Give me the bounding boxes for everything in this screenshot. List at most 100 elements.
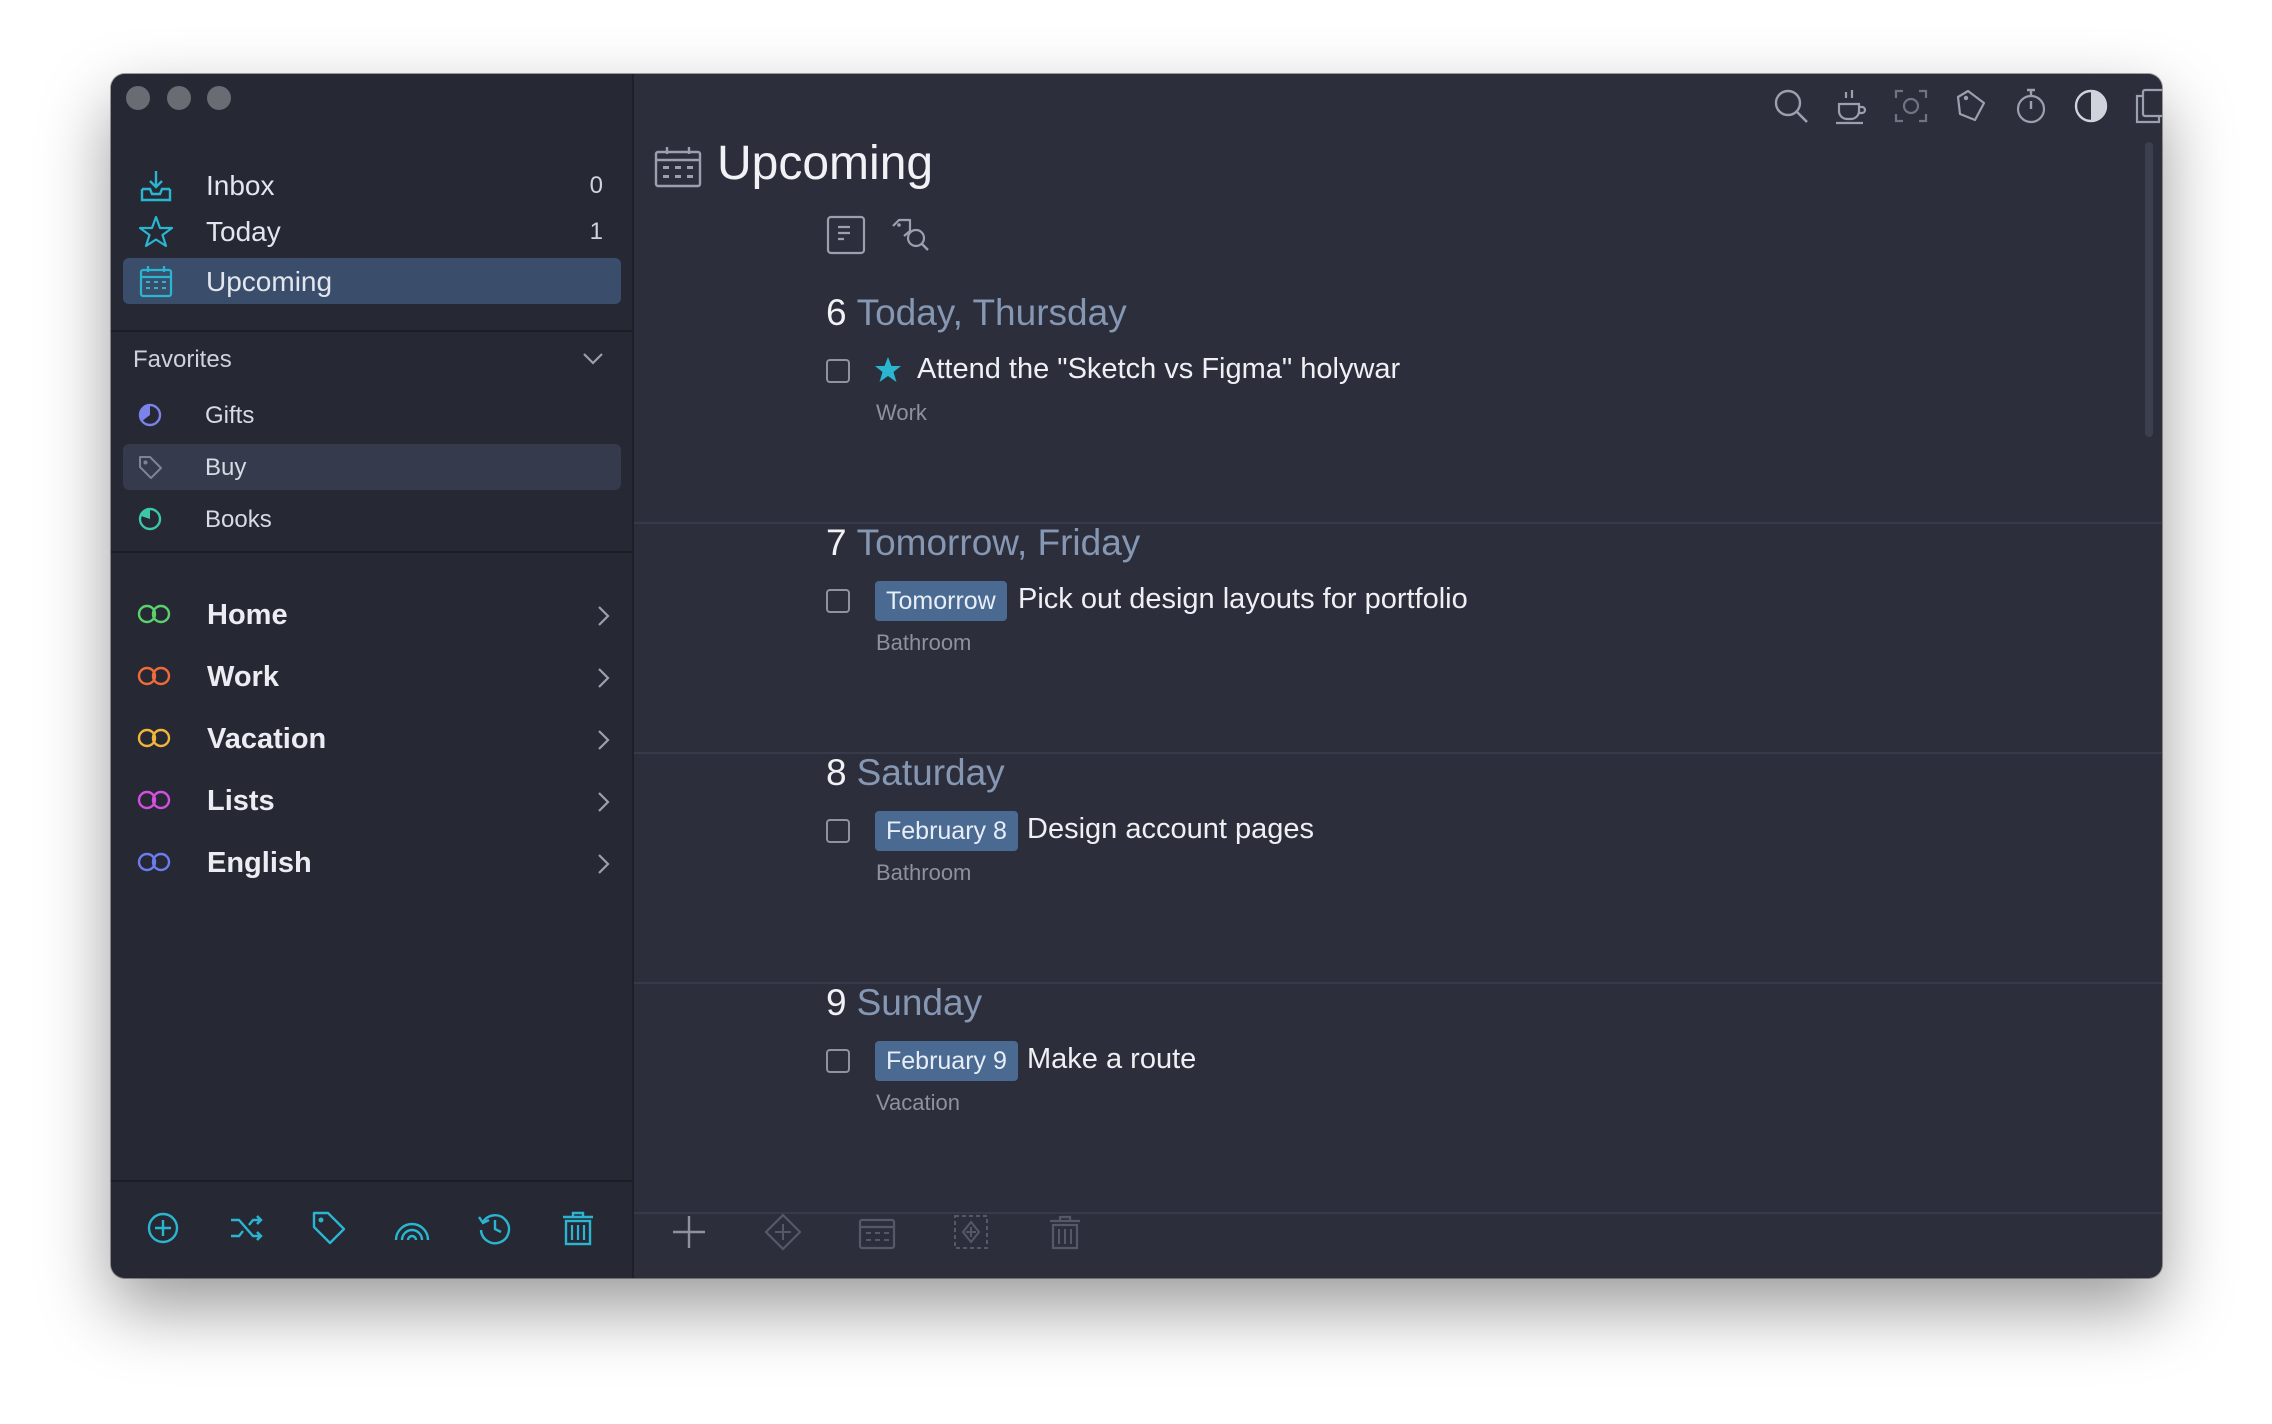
chevron-right-icon[interactable] [591,602,615,630]
zoom-window-button[interactable] [207,86,231,110]
day-section: 8 Saturday February 8 Design account page… [634,752,2162,984]
day-heading: 8 Saturday [826,752,1005,794]
sidebar-item-upcoming[interactable]: Upcoming [123,258,621,304]
day-label: Today, Thursday [856,292,1127,333]
sidebar-item-label: Gifts [205,402,255,429]
favorites-header[interactable]: Favorites [133,346,232,374]
sidebar-item-label: Upcoming [206,266,333,297]
project-rings-icon [137,852,171,872]
main-panel: Upcoming 6 Today, Thursday Attend the "Sk… [634,74,2162,1278]
task-checkbox[interactable] [826,1049,850,1073]
day-section: 6 Today, Thursday Attend the "Sketch vs F… [634,292,2162,524]
date-badge[interactable]: Tomorrow [875,581,1007,621]
tag-diamond-icon[interactable] [763,1212,803,1252]
day-label: Saturday [856,752,1005,793]
sidebar-item-lists[interactable]: Lists [123,776,621,826]
chevron-down-icon[interactable] [579,344,607,372]
sidebar-item-vacation[interactable]: Vacation [123,714,621,764]
task-title: Design account pages [1027,813,1314,845]
timer-icon[interactable] [2011,86,2051,126]
task-project: Vacation [876,1090,960,1115]
day-heading: 9 Sunday [826,982,982,1024]
chevron-right-icon[interactable] [591,726,615,754]
project-rings-icon [137,604,171,624]
sidebar-item-english[interactable]: English [123,838,621,888]
sidebar-divider [111,551,632,553]
search-icon[interactable] [1771,86,1811,126]
date-badge[interactable]: February 8 [875,811,1018,851]
sidebar-item-today[interactable]: Today 1 [123,208,621,254]
trash-icon[interactable] [558,1208,598,1248]
history-icon[interactable] [475,1208,515,1248]
chevron-right-icon[interactable] [591,788,615,816]
task-title: Make a route [1027,1043,1197,1075]
shuffle-icon[interactable] [227,1208,267,1248]
sidebar-divider [111,330,632,332]
task-title: Attend the "Sketch vs Figma" holywar [917,353,1401,385]
books-circle-icon [138,507,162,531]
project-rings-icon [137,728,171,748]
star-icon [138,215,174,248]
task-title: Pick out design layouts for portfolio [1018,583,1468,615]
day-number: 6 [826,292,847,333]
close-window-button[interactable] [126,86,150,110]
sidebar-item-label: Home [207,599,288,631]
task-checkbox[interactable] [826,589,850,613]
sidebar-item-gifts[interactable]: Gifts [123,392,621,438]
sidebar-item-inbox[interactable]: Inbox 0 [123,162,621,208]
main-toolbar [634,1182,2162,1278]
day-number: 8 [826,752,847,793]
task-checkbox[interactable] [826,819,850,843]
sidebar-item-label: Books [205,506,272,533]
project-rings-icon [137,790,171,810]
task-project: Bathroom [876,630,972,655]
day-number: 7 [826,522,847,563]
minimize-window-button[interactable] [167,86,191,110]
add-task-icon[interactable] [669,1212,709,1252]
sidebar-toolbar [111,1180,632,1278]
date-badge[interactable]: February 9 [875,1041,1018,1081]
tag-outline-icon[interactable] [1951,86,1991,126]
day-label: Sunday [856,982,983,1023]
inbox-tray-icon [140,171,172,202]
today-count: 1 [589,218,603,245]
task-project: Bathroom [876,860,972,885]
add-icon[interactable] [143,1208,183,1248]
move-icon[interactable] [951,1212,991,1252]
app-window: Inbox 0 Today 1 Upcoming Favorites Gifts… [111,74,2162,1278]
page-title: Upcoming [717,137,934,190]
day-heading: 7 Tomorrow, Friday [826,522,1140,564]
search-tag-icon[interactable] [890,214,932,256]
calendar-icon [654,147,702,188]
chevron-right-icon[interactable] [591,850,615,878]
sidebar-item-label: Today [206,216,281,247]
sidebar-item-books[interactable]: Books [123,496,621,542]
sidebar: Inbox 0 Today 1 Upcoming Favorites Gifts… [111,74,634,1278]
notes-icon[interactable] [825,214,867,256]
day-section: 7 Tomorrow, Friday Tomorrow Pick out desi… [634,522,2162,754]
copy-window-icon[interactable] [2131,86,2162,126]
day-label: Tomorrow, Friday [856,522,1141,563]
sidebar-item-label: English [207,847,312,879]
focus-icon[interactable] [1891,86,1931,126]
day-number: 9 [826,982,847,1023]
chevron-right-icon[interactable] [591,664,615,692]
tag-icon[interactable] [309,1208,349,1248]
rainbow-icon[interactable] [392,1208,432,1248]
task-checkbox[interactable] [826,359,850,383]
contrast-icon[interactable] [2071,86,2111,126]
calendar-icon[interactable] [857,1212,897,1252]
star-icon [875,357,901,382]
sidebar-item-home[interactable]: Home [123,590,621,640]
sidebar-item-label: Lists [207,785,275,817]
coffee-icon[interactable] [1831,86,1871,126]
sidebar-item-buy[interactable]: Buy [123,444,621,490]
project-rings-icon [137,666,171,686]
calendar-icon [139,266,173,298]
day-section: 9 Sunday February 9 Make a route Vacation [634,982,2162,1214]
sidebar-item-label: Buy [205,454,247,481]
gifts-circle-icon [138,403,162,427]
trash-icon[interactable] [1045,1212,1085,1252]
tag-icon [139,456,162,479]
sidebar-item-work[interactable]: Work [123,652,621,702]
